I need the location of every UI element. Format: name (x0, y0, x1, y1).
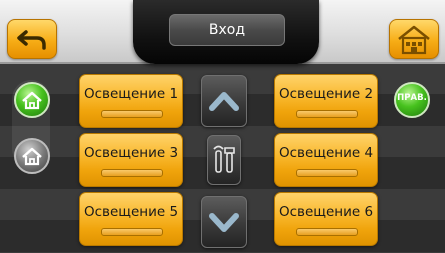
scroll-up-button[interactable] (201, 75, 247, 127)
light-indicator (101, 169, 163, 177)
house-green-icon (22, 91, 42, 110)
light-label: Освещение 3 (83, 145, 179, 161)
tools-button[interactable] (207, 135, 241, 185)
house-gray-icon (22, 147, 42, 166)
light-button-1[interactable]: Освещение 1 (79, 74, 183, 128)
prav-label: ПРАВ. (397, 93, 427, 103)
light-label: Освещение 6 (278, 204, 374, 220)
light-button-2[interactable]: Освещение 2 (274, 74, 378, 128)
light-indicator (296, 228, 358, 236)
light-indicator (296, 169, 358, 177)
chevron-up-icon (209, 92, 239, 111)
house-green-button[interactable] (14, 82, 50, 118)
scroll-down-button[interactable] (201, 196, 247, 248)
tools-icon (213, 145, 235, 173)
light-indicator (296, 110, 358, 118)
house-gray-button[interactable] (14, 138, 50, 174)
top-bar: Вход (0, 0, 445, 64)
back-button[interactable] (7, 19, 57, 59)
title-plate: Вход (133, 0, 319, 64)
light-label: Освещение 1 (83, 86, 179, 102)
home-button[interactable] (389, 19, 439, 59)
home-icon (398, 25, 430, 55)
light-button-6[interactable]: Освещение 6 (274, 192, 378, 246)
light-button-3[interactable]: Освещение 3 (79, 133, 183, 187)
chevron-down-icon (209, 213, 239, 232)
light-indicator (101, 110, 163, 118)
light-button-5[interactable]: Освещение 5 (79, 192, 183, 246)
back-arrow-icon (17, 30, 46, 50)
light-indicator (101, 228, 163, 236)
light-label: Освещение 4 (278, 145, 374, 161)
light-label: Освещение 5 (83, 204, 179, 220)
prav-button[interactable]: ПРАВ. (394, 82, 430, 118)
screen: Вход ПРАВ. Освещение 1 Освещение 2 Освещ… (0, 0, 445, 253)
page-title: Вход (169, 14, 285, 46)
light-label: Освещение 2 (278, 86, 374, 102)
light-button-4[interactable]: Освещение 4 (274, 133, 378, 187)
